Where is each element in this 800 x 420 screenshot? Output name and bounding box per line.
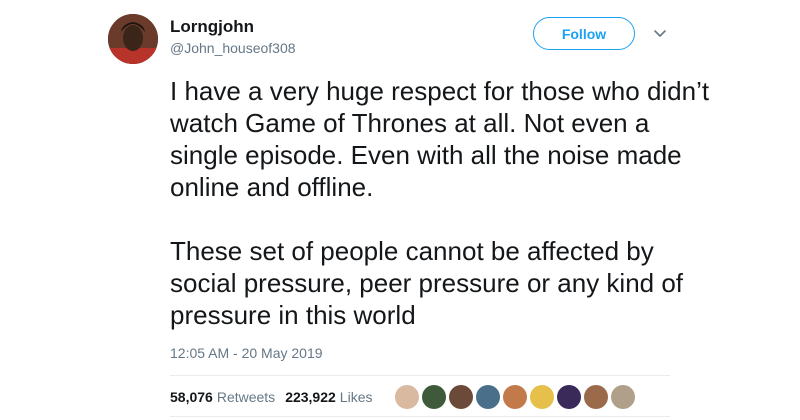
likes-stat[interactable]: 223,922 Likes — [285, 389, 372, 405]
liker-avatar[interactable] — [449, 385, 473, 409]
likes-count: 223,922 — [285, 389, 336, 405]
liker-avatar[interactable] — [584, 385, 608, 409]
liker-avatar[interactable] — [530, 385, 554, 409]
liker-avatar[interactable] — [422, 385, 446, 409]
tweet-text: I have a very huge respect for those who… — [170, 76, 710, 330]
user-handle[interactable]: @John_houseof308 — [170, 40, 296, 56]
retweets-count: 58,076 — [170, 389, 213, 405]
liker-avatar[interactable] — [503, 385, 527, 409]
divider — [170, 375, 670, 376]
display-name[interactable]: Lorngjohn — [170, 17, 254, 37]
avatar-image — [108, 14, 158, 64]
tweet-stats: 58,076 Retweets 223,922 Likes — [170, 389, 372, 405]
liker-avatar[interactable] — [476, 385, 500, 409]
follow-button[interactable]: Follow — [533, 17, 635, 50]
liker-avatars — [395, 385, 635, 409]
retweets-stat[interactable]: 58,076 Retweets — [170, 389, 275, 405]
likes-label: Likes — [339, 389, 373, 405]
user-avatar[interactable] — [108, 14, 158, 64]
liker-avatar[interactable] — [557, 385, 581, 409]
chevron-down-icon[interactable] — [653, 27, 667, 41]
divider — [170, 416, 670, 417]
liker-avatar[interactable] — [395, 385, 419, 409]
retweets-label: Retweets — [216, 389, 276, 405]
liker-avatar[interactable] — [611, 385, 635, 409]
tweet-timestamp[interactable]: 12:05 AM - 20 May 2019 — [170, 345, 323, 361]
